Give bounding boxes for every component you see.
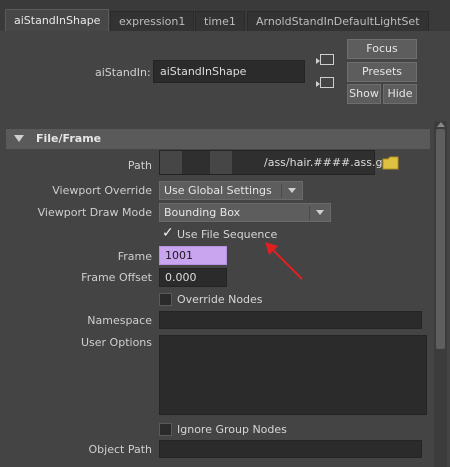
- redaction-block: [160, 151, 182, 174]
- tab-aistandinshape[interactable]: aiStandInShape: [5, 9, 110, 32]
- presets-button[interactable]: Presets: [347, 62, 417, 82]
- path-label: Path: [127, 159, 152, 172]
- collapse-triangle-icon[interactable]: [14, 135, 24, 142]
- viewport-draw-mode-value: Bounding Box: [164, 206, 241, 219]
- use-file-sequence-checkbox[interactable]: ✓: [159, 225, 174, 241]
- frame-offset-label: Frame Offset: [81, 271, 152, 284]
- object-path-label: Object Path: [88, 443, 153, 456]
- show-button[interactable]: Show: [347, 84, 381, 104]
- ignore-group-nodes-label: Ignore Group Nodes: [177, 423, 287, 436]
- path-value: /ass/hair.####.ass.gz: [264, 156, 389, 169]
- tab-time1[interactable]: time1: [195, 11, 245, 31]
- viewport-draw-mode-dropdown[interactable]: Bounding Box: [159, 203, 331, 222]
- checkmark-icon: ✓: [162, 225, 174, 241]
- section-file-frame[interactable]: File/Frame: [6, 129, 430, 149]
- input-connection-icon[interactable]: [316, 54, 334, 65]
- namespace-field[interactable]: [159, 311, 422, 329]
- viewport-override-dropdown[interactable]: Use Global Settings: [159, 181, 303, 200]
- hide-button[interactable]: Hide: [383, 84, 417, 104]
- tab-arnoldstandindefaultlightset[interactable]: ArnoldStandInDefaultLightSet: [247, 11, 429, 31]
- override-nodes-label: Override Nodes: [177, 293, 263, 306]
- output-connection-icon[interactable]: [316, 77, 334, 88]
- scrollbar-thumb[interactable]: [436, 129, 445, 349]
- frame-field[interactable]: 1001: [159, 246, 227, 265]
- scroll-up-icon[interactable]: [437, 122, 445, 127]
- ignore-group-nodes-checkbox[interactable]: [159, 423, 172, 436]
- chevron-down-icon: [288, 188, 296, 193]
- namespace-label: Namespace: [87, 314, 152, 327]
- viewport-override-label: Viewport Override: [52, 184, 152, 197]
- vertical-scrollbar[interactable]: [434, 121, 447, 467]
- annotation-arrow: [265, 242, 303, 280]
- tab-bar: aiStandInShape expression1 time1 ArnoldS…: [0, 0, 450, 32]
- redaction-block: [210, 151, 232, 174]
- node-name-field[interactable]: aiStandInShape: [153, 60, 305, 83]
- user-options-textarea[interactable]: [159, 335, 427, 415]
- focus-button[interactable]: Focus: [347, 39, 417, 59]
- section-title: File/Frame: [36, 132, 102, 145]
- object-path-field[interactable]: [159, 440, 422, 458]
- node-type-label: aiStandIn:: [95, 66, 151, 79]
- viewport-draw-mode-label: Viewport Draw Mode: [37, 206, 152, 219]
- viewport-override-value: Use Global Settings: [164, 184, 272, 197]
- path-field[interactable]: /ass/hair.####.ass.gz: [159, 150, 388, 175]
- override-nodes-checkbox[interactable]: [159, 293, 172, 306]
- folder-icon[interactable]: [382, 156, 400, 170]
- frame-label: Frame: [117, 250, 152, 263]
- frame-offset-field[interactable]: 0.000: [159, 268, 227, 287]
- tab-expression1[interactable]: expression1: [110, 11, 195, 31]
- user-options-label: User Options: [80, 336, 152, 349]
- attribute-panel[interactable]: File/Frame Path /ass/hair.####.ass.gz Vi…: [0, 121, 450, 467]
- chevron-down-icon: [316, 210, 324, 215]
- node-header: aiStandIn: aiStandInShape Focus Presets …: [0, 31, 450, 115]
